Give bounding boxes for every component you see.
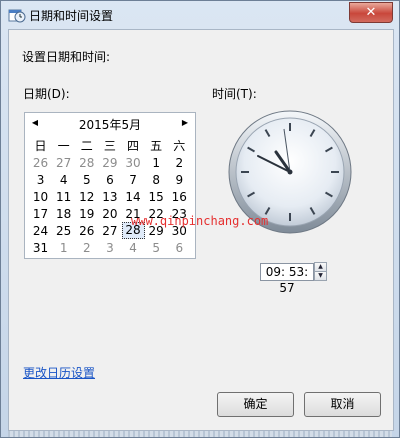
calendar-clock-icon	[8, 9, 26, 23]
cancel-button[interactable]: 取消	[304, 392, 381, 417]
date-label: 日期(D):	[23, 87, 70, 101]
weekday-header: 六	[173, 139, 186, 153]
calendar-day[interactable]: 27	[98, 224, 121, 238]
window-title: 日期和时间设置	[29, 9, 114, 23]
calendar-day[interactable]: 14	[122, 190, 145, 204]
calendar-day[interactable]: 6	[168, 241, 191, 255]
calendar-day[interactable]: 31	[29, 241, 52, 255]
time-label: 时间(T):	[212, 87, 257, 101]
calendar-day[interactable]: 6	[98, 173, 121, 187]
calendar-day[interactable]: 3	[29, 173, 52, 187]
change-calendar-settings-link[interactable]: 更改日历设置	[23, 364, 95, 381]
watermark-text: www.qinpinchang.com	[131, 214, 269, 228]
calendar-day[interactable]: 18	[52, 207, 75, 221]
calendar-day[interactable]: 8	[145, 173, 168, 187]
calendar-day[interactable]: 5	[145, 241, 168, 255]
calendar-day[interactable]: 27	[52, 156, 75, 170]
calendar-day[interactable]: 19	[75, 207, 98, 221]
calendar-day[interactable]: 26	[29, 156, 52, 170]
calendar-week-row: 10 11 12 13 14 15 16	[29, 188, 191, 205]
next-month-icon[interactable]: ▶	[180, 118, 190, 128]
calendar-day[interactable]: 29	[98, 156, 121, 170]
time-input[interactable]: 09: 53: 57	[260, 263, 314, 295]
title-bar: 日期和时间设置 ✕	[1, 1, 399, 29]
calendar-day[interactable]: 26	[75, 224, 98, 238]
calendar-day[interactable]: 10	[29, 190, 52, 204]
calendar-day[interactable]: 16	[168, 190, 191, 204]
calendar-day[interactable]: 2	[168, 156, 191, 170]
calendar-grid: 日 一 二 三 四 五 六 26 27 28 29 30 1 2 3 4 5 6…	[29, 137, 191, 256]
calendar-day[interactable]: 11	[52, 190, 75, 204]
weekday-header: 四	[127, 139, 140, 153]
calendar-day[interactable]: 12	[75, 190, 98, 204]
calendar-day[interactable]: 4	[122, 241, 145, 255]
calendar-day[interactable]: 15	[145, 190, 168, 204]
calendar-day[interactable]: 4	[52, 173, 75, 187]
calendar-day[interactable]: 3	[98, 241, 121, 255]
calendar-day[interactable]: 20	[98, 207, 121, 221]
weekday-header: 二	[80, 139, 93, 153]
bottom-edge-strip	[8, 431, 392, 437]
calendar-day[interactable]: 17	[29, 207, 52, 221]
weekday-header-row: 日 一 二 三 四 五 六	[29, 137, 191, 154]
calendar-day[interactable]: 7	[122, 173, 145, 187]
calendar-week-row: 26 27 28 29 30 1 2	[29, 154, 191, 171]
calendar-day[interactable]: 5	[75, 173, 98, 187]
close-button[interactable]: ✕	[349, 2, 393, 23]
calendar-week-row: 31 1 2 3 4 5 6	[29, 239, 191, 256]
calendar: ◀ 2015年5月 ▶ 日 一 二 三 四 五 六 26 27 28 29 30…	[24, 112, 196, 259]
calendar-day[interactable]: 30	[122, 156, 145, 170]
calendar-day[interactable]: 9	[168, 173, 191, 187]
calendar-day[interactable]: 1	[145, 156, 168, 170]
weekday-header: 一	[57, 139, 70, 153]
weekday-header: 五	[150, 139, 163, 153]
calendar-day[interactable]: 24	[29, 224, 52, 238]
weekday-header: 日	[34, 139, 47, 153]
date-time-dialog: 日期和时间设置 ✕ 设置日期和时间: 日期(D): 时间(T): ◀ 2015年…	[0, 0, 400, 438]
calendar-month-title[interactable]: 2015年5月	[25, 116, 195, 133]
clock-center	[287, 169, 293, 175]
calendar-day[interactable]: 13	[98, 190, 121, 204]
dialog-heading: 设置日期和时间:	[22, 50, 111, 64]
calendar-week-row: 3 4 5 6 7 8 9	[29, 171, 191, 188]
calendar-day[interactable]: 28	[75, 156, 98, 170]
weekday-header: 三	[103, 139, 116, 153]
calendar-day[interactable]: 1	[52, 241, 75, 255]
calendar-day[interactable]: 25	[52, 224, 75, 238]
calendar-day[interactable]: 2	[75, 241, 98, 255]
time-spinner: ▲ ▼	[314, 262, 327, 281]
spin-down-icon[interactable]: ▼	[314, 271, 327, 281]
dialog-body: 设置日期和时间: 日期(D): 时间(T): ◀ 2015年5月 ▶ 日 一 二…	[8, 29, 394, 431]
close-icon: ✕	[365, 5, 377, 20]
ok-button[interactable]: 确定	[217, 392, 294, 417]
